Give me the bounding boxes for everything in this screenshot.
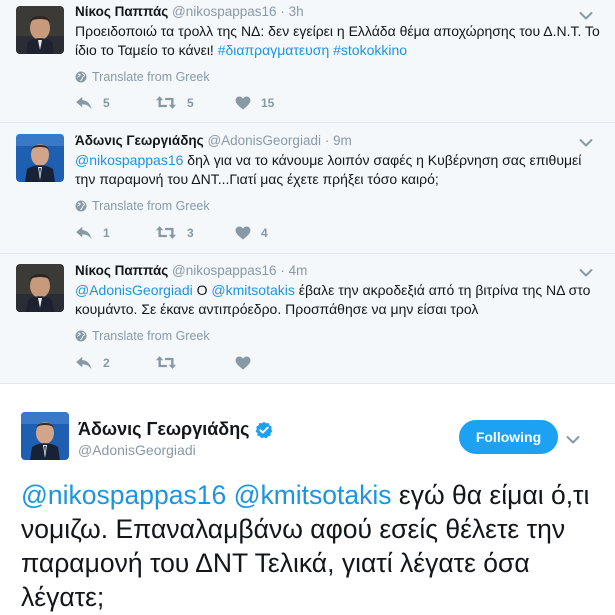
avatar-image-icon <box>16 134 64 182</box>
reply-button[interactable]: 5 <box>75 96 155 110</box>
retweet-count: 5 <box>187 95 194 110</box>
mention-link[interactable]: @nikospappas16 <box>75 152 183 168</box>
avatar-image-icon <box>21 412 69 460</box>
translate-label: Translate from Greek <box>92 329 210 343</box>
like-icon <box>235 356 251 370</box>
tweet-content: Νίκος Παππάς @nikospappas16 · 4m @Adonis… <box>75 262 601 344</box>
tweet-actions: 1 3 4 <box>75 225 315 240</box>
tweet-header: Άδωνις Γεωργιάδης @AdonisGeorgiadi · 9m <box>75 132 601 150</box>
tweet-content: Νίκος Παππάς @nikospappas16 · 3h Προειδο… <box>75 3 601 85</box>
retweet-button[interactable] <box>155 355 235 370</box>
mention-link[interactable]: @AdonisGeorgiadi <box>75 282 193 298</box>
username[interactable]: @AdonisGeorgiadi <box>78 442 196 458</box>
following-button[interactable]: Following <box>459 420 558 454</box>
hashtag-link[interactable]: #διαπραγματευση <box>218 42 330 58</box>
hashtag-link[interactable]: #stokokkino <box>333 42 407 58</box>
fullname[interactable]: Νίκος Παππάς <box>75 4 168 19</box>
avatar[interactable] <box>16 264 64 312</box>
reply-icon <box>75 96 93 110</box>
conversation-thread: Νίκος Παππάς @nikospappas16 · 3h Προειδο… <box>0 0 615 383</box>
tweet-text: Προειδοποιώ τα τρολλ της ΝΔ: δεν εγείρει… <box>75 22 601 60</box>
tweet-content: Άδωνις Γεωργιάδης @AdonisGeorgiadi · 9m … <box>75 132 601 214</box>
translate-label: Translate from Greek <box>92 70 210 84</box>
text-segment: Ο <box>192 282 212 298</box>
translate-link[interactable]: Translate from Greek <box>75 328 601 344</box>
reply-count: 1 <box>103 225 110 240</box>
mention-link[interactable]: @kmitsotakis <box>234 480 392 510</box>
avatar-image-icon <box>16 264 64 312</box>
separator-dot: · <box>324 133 330 148</box>
mention-link[interactable]: @kmitsotakis <box>211 282 294 298</box>
separator-dot: · <box>280 263 285 278</box>
fullname[interactable]: Άδωνις Γεωργιάδης <box>78 419 250 440</box>
globe-icon <box>75 330 87 342</box>
permalink-tweet: Άδωνις Γεωργιάδης @AdonisGeorgiadi Follo… <box>0 383 615 615</box>
avatar[interactable] <box>21 412 69 460</box>
username[interactable]: @AdonisGeorgiadi <box>207 133 321 148</box>
translate-link[interactable]: Translate from Greek <box>75 69 601 85</box>
globe-icon <box>75 200 87 212</box>
retweet-icon <box>155 225 177 240</box>
retweet-count: 3 <box>187 225 194 240</box>
avatar[interactable] <box>16 134 64 182</box>
avatar[interactable] <box>16 6 64 54</box>
reply-button[interactable]: 2 <box>75 356 155 370</box>
avatar-image-icon <box>16 6 64 54</box>
username[interactable]: @nikospappas16 <box>172 4 277 19</box>
like-button[interactable]: 15 <box>235 96 315 110</box>
separator-dot: · <box>280 4 285 19</box>
username[interactable]: @nikospappas16 <box>172 263 277 278</box>
like-button[interactable] <box>235 356 315 370</box>
fullname[interactable]: Νίκος Παππάς <box>75 263 168 278</box>
thread-tweet[interactable]: Νίκος Παππάς @nikospappas16 · 3h Προειδο… <box>0 0 615 123</box>
retweet-button[interactable]: 3 <box>155 225 235 240</box>
reply-icon <box>75 356 93 370</box>
tweet-header: Νίκος Παππάς @nikospappas16 · 3h <box>75 3 601 21</box>
tweet-text: @nikospappas16 δηλ για να το κάνουμε λοι… <box>75 151 601 189</box>
thread-tweet[interactable]: Νίκος Παππάς @nikospappas16 · 4m @Adonis… <box>0 254 615 383</box>
reply-icon <box>75 226 93 240</box>
timestamp[interactable]: 3h <box>289 4 304 19</box>
tweet-text: @nikospappas16 @kmitsotakis εγώ θα είμαι… <box>21 478 611 614</box>
tweet-text: @AdonisGeorgiadi Ο @kmitsotakis έβαλε τη… <box>75 281 601 319</box>
retweet-icon <box>155 95 177 110</box>
reply-button[interactable]: 1 <box>75 226 155 240</box>
translate-label: Translate from Greek <box>92 199 210 213</box>
caret-down-icon[interactable] <box>566 432 580 450</box>
like-count: 15 <box>261 95 275 110</box>
like-icon <box>235 226 251 240</box>
tweet-actions: 5 5 15 <box>75 95 315 110</box>
author-fullname[interactable]: Άδωνις Γεωργιάδης <box>78 419 273 440</box>
tweet-header: Νίκος Παππάς @nikospappas16 · 4m <box>75 262 601 280</box>
like-icon <box>235 96 251 110</box>
globe-icon <box>75 71 87 83</box>
tweet-actions: 2 <box>75 355 315 370</box>
reply-count: 5 <box>103 95 110 110</box>
translate-link[interactable]: Translate from Greek <box>75 198 601 214</box>
mention-link[interactable]: @nikospappas16 <box>21 480 226 510</box>
retweet-button[interactable]: 5 <box>155 95 235 110</box>
reply-count: 2 <box>103 355 110 370</box>
thread-tweet[interactable]: Άδωνις Γεωργιάδης @AdonisGeorgiadi · 9m … <box>0 123 615 254</box>
verified-badge-icon <box>255 421 272 438</box>
timestamp[interactable]: 9m <box>333 133 352 148</box>
retweet-icon <box>155 355 177 370</box>
like-count: 4 <box>261 225 268 240</box>
fullname[interactable]: Άδωνις Γεωργιάδης <box>75 133 204 148</box>
timestamp[interactable]: 4m <box>289 263 308 278</box>
like-button[interactable]: 4 <box>235 226 315 240</box>
